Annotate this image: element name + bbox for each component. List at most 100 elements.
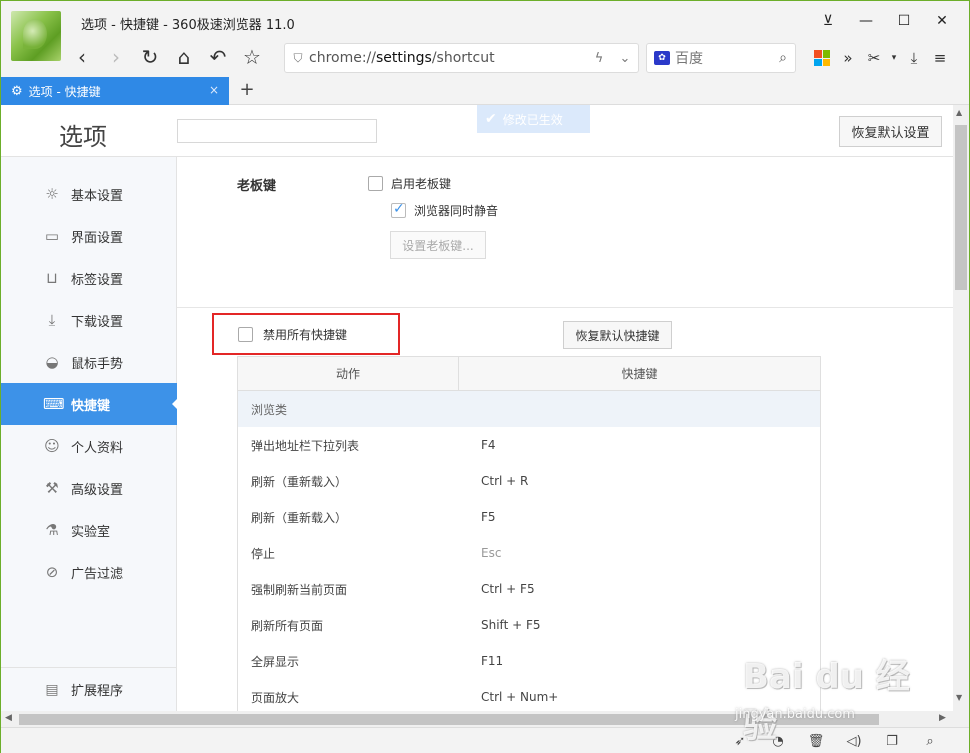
sidebar-item-advanced[interactable]: ⚒ 高级设置 xyxy=(1,467,177,509)
zoom-icon[interactable]: ⌕ xyxy=(911,731,949,751)
column-header-shortcut: 快捷键 xyxy=(621,367,658,381)
scroll-down-icon[interactable]: ▼ xyxy=(956,693,962,702)
vertical-scrollbar[interactable]: ▲ ▼ xyxy=(953,105,969,711)
sidebar-item-profile[interactable]: ☺ 个人资料 xyxy=(1,425,177,467)
block-icon: ⊘ xyxy=(45,563,59,581)
tab-icon: ⊔ xyxy=(46,269,58,287)
page-title: 选项 xyxy=(59,123,107,151)
window-icon: ▭ xyxy=(44,227,60,245)
toolbar: » ✂ ▾ ⤓ ≡ xyxy=(809,45,953,71)
extension-icon: ▤ xyxy=(45,681,59,698)
tab-options-shortcuts[interactable]: ⚙ 选项 - 快捷键 × xyxy=(1,77,229,105)
keyboard-icon: ⌨ xyxy=(43,395,65,413)
checkbox-checked[interactable] xyxy=(391,201,406,218)
trash-icon[interactable]: 🗑 xyxy=(797,731,835,751)
download-icon[interactable]: ⤓ xyxy=(901,45,927,71)
close-window-button[interactable]: ✕ xyxy=(923,9,961,33)
star-icon[interactable]: ☆ xyxy=(235,42,269,72)
new-tab-button[interactable]: + xyxy=(237,79,257,100)
saved-toast: ✔ 修改已生效 xyxy=(477,105,590,133)
home-icon[interactable]: ⌂ xyxy=(167,42,201,72)
minimize-button[interactable]: — xyxy=(847,9,885,33)
refresh-icon[interactable]: ↻ xyxy=(133,42,167,72)
boss-key-label: 老板键 xyxy=(237,179,277,194)
horizontal-scrollbar[interactable]: ◀ ▶ xyxy=(1,711,953,727)
table-row[interactable]: 弹出地址栏下拉列表 F4 xyxy=(238,427,820,463)
apps-icon[interactable] xyxy=(809,45,835,71)
settings-sidebar: ☼ 基本设置 ▭ 界面设置 ⊔ 标签设置 ⤓ 下载设置 ◒ 鼠标手势 ⌨ 快捷键 ☺ 个人资料… xyxy=(1,157,178,711)
column-header-action: 动作 xyxy=(238,357,459,390)
settings-header: 选项 ✔ 修改已生效 恢复默认设置 xyxy=(1,105,953,157)
speed-icon[interactable]: ◔ xyxy=(759,731,797,751)
dropdown-icon[interactable]: ▾ xyxy=(887,45,901,71)
sidebar-item-interface[interactable]: ▭ 界面设置 xyxy=(1,215,177,257)
checkbox[interactable] xyxy=(368,176,383,191)
maximize-button[interactable]: ☐ xyxy=(885,9,923,33)
checkbox[interactable] xyxy=(238,326,253,342)
gear-icon: ⚙ xyxy=(11,83,23,99)
table-row[interactable]: 刷新（重新载入） Ctrl + R xyxy=(238,463,820,499)
sidebar-item-tabs[interactable]: ⊔ 标签设置 xyxy=(1,257,177,299)
close-tab-icon[interactable]: × xyxy=(209,83,219,97)
sidebar-item-lab[interactable]: ⚗ 实验室 xyxy=(1,509,177,551)
volume-icon[interactable]: ◁) xyxy=(835,731,873,751)
table-row[interactable]: 刷新（重新载入） F5 xyxy=(238,499,820,535)
scrollbar-corner xyxy=(953,711,969,727)
status-bar: ➶ ◔ 🗑 ◁) ❐ ⌕ xyxy=(1,727,969,753)
table-row[interactable]: 停止 Esc xyxy=(238,535,820,571)
shield-icon: ⛉ xyxy=(293,50,303,65)
gear-icon: ☼ xyxy=(45,185,59,203)
scroll-right-icon[interactable]: ▶ xyxy=(939,713,946,723)
sidebar-item-extensions[interactable]: ▤ 扩展程序 xyxy=(1,667,177,711)
table-row[interactable]: 页面放大 Ctrl + Num+ xyxy=(238,679,820,711)
search-box[interactable]: ✿ 百度 ⌕ xyxy=(646,43,796,73)
toast-text: 修改已生效 xyxy=(502,112,563,127)
title-bar: 选项 - 快捷键 - 360极速浏览器 11.0 ⊻ — ☐ ✕ ‹ › ↻ ⌂… xyxy=(1,1,969,77)
rocket-icon[interactable]: ➶ xyxy=(721,731,759,751)
window-copy-icon[interactable]: ❐ xyxy=(873,731,911,751)
sidebar-item-mouse[interactable]: ◒ 鼠标手势 xyxy=(1,341,177,383)
table-row[interactable]: 强制刷新当前页面 Ctrl + F5 xyxy=(238,571,820,607)
reset-defaults-button[interactable]: 恢复默认设置 xyxy=(839,116,942,147)
mute-browser-checkbox[interactable]: 浏览器同时静音 xyxy=(391,201,498,219)
enable-boss-key-checkbox[interactable]: 启用老板键 xyxy=(368,175,451,192)
search-input[interactable]: 百度 xyxy=(675,48,771,68)
sidebar-item-adblock[interactable]: ⊘ 广告过滤 xyxy=(1,551,177,593)
chevron-down-icon[interactable]: ⌄ xyxy=(612,51,638,66)
table-row[interactable]: 刷新所有页面 Shift + F5 xyxy=(238,607,820,643)
nav-buttons: ‹ › ↻ ⌂ ↶ ☆ xyxy=(65,41,269,73)
menu-icon[interactable]: ≡ xyxy=(927,45,953,71)
tab-strip: ⚙ 选项 - 快捷键 × + xyxy=(1,77,969,105)
lightning-icon[interactable]: ϟ xyxy=(586,51,612,66)
disable-all-shortcuts-checkbox[interactable]: 禁用所有快捷键 xyxy=(212,313,400,355)
skin-icon[interactable]: ⊻ xyxy=(809,9,847,33)
back-icon[interactable]: ‹ xyxy=(65,42,99,72)
scroll-up-icon[interactable]: ▲ xyxy=(956,108,962,117)
scroll-thumb[interactable] xyxy=(955,125,967,290)
sidebar-item-download[interactable]: ⤓ 下载设置 xyxy=(1,299,177,341)
url-text[interactable]: chrome://settings/shortcut xyxy=(309,50,586,66)
sidebar-item-shortcuts[interactable]: ⌨ 快捷键 xyxy=(1,383,178,425)
table-row[interactable]: 全屏显示 F11 xyxy=(238,643,820,679)
download-icon: ⤓ xyxy=(48,311,56,329)
wrench-icon: ⚒ xyxy=(45,479,59,497)
address-bar[interactable]: ⛉ chrome://settings/shortcut ϟ ⌄ xyxy=(284,43,639,73)
table-header: 动作 快捷键 xyxy=(238,357,820,391)
undo-icon[interactable]: ↶ xyxy=(201,42,235,72)
shortcut-settings: 老板键 启用老板键 浏览器同时静音 设置老板键... 禁用所有快捷键 恢复默认快… xyxy=(177,157,953,711)
scroll-thumb-horizontal[interactable] xyxy=(19,714,879,725)
settings-search-input[interactable] xyxy=(177,119,377,143)
forward-icon[interactable]: › xyxy=(99,42,133,72)
browser-window: 选项 - 快捷键 - 360极速浏览器 11.0 ⊻ — ☐ ✕ ‹ › ↻ ⌂… xyxy=(0,0,970,753)
user-icon: ☺ xyxy=(44,437,60,455)
more-chevrons-icon[interactable]: » xyxy=(835,45,861,71)
scissors-icon[interactable]: ✂ xyxy=(861,45,887,71)
tab-label: 选项 - 快捷键 xyxy=(28,84,101,99)
scroll-left-icon[interactable]: ◀ xyxy=(5,713,12,723)
set-boss-key-button[interactable]: 设置老板键... xyxy=(390,231,486,259)
reset-shortcuts-button[interactable]: 恢复默认快捷键 xyxy=(563,321,672,349)
search-icon[interactable]: ⌕ xyxy=(771,50,795,66)
settings-page: 选项 ✔ 修改已生效 恢复默认设置 ☼ 基本设置 ▭ 界面设置 ⊔ 标签设置 ⤓ 下载设置… xyxy=(1,105,953,711)
sidebar-item-basic[interactable]: ☼ 基本设置 xyxy=(1,173,177,215)
group-row: 浏览类 xyxy=(238,391,820,427)
